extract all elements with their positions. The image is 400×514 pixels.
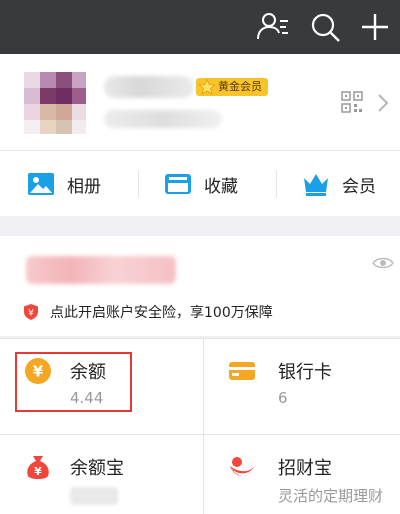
insurance-link[interactable]: ¥ 点此开启账户安全险，享100万保障 — [24, 302, 273, 322]
highlight-box — [15, 352, 132, 412]
zhaocaibao-subtitle: 灵活的定期理财 — [278, 487, 384, 505]
chevron-right-icon — [378, 94, 389, 112]
crown-icon — [304, 174, 328, 196]
yuebao-title: 余额宝 — [70, 458, 124, 479]
svg-text:¥: ¥ — [34, 465, 42, 478]
zhaocaibao-title: 招财宝 — [278, 458, 332, 479]
top-bar — [0, 0, 400, 54]
shortcut-vip[interactable]: 会员 — [302, 151, 376, 217]
shortcut-favorites-label: 收藏 — [204, 176, 238, 197]
yuebao-value-redacted — [70, 487, 118, 505]
balance-cell[interactable]: ¥ 余额 4.44 — [0, 339, 200, 435]
contacts-icon[interactable] — [256, 9, 292, 45]
profile-card[interactable]: 黄金会员 — [0, 54, 400, 150]
user-name-redacted — [104, 76, 194, 98]
shortcut-album[interactable]: 相册 — [27, 151, 101, 217]
wallet-grid: ¥ 余额 4.44 银行卡 6 ¥ 余额宝 招财宝 灵活的定期理财 — [0, 338, 400, 514]
svg-text:¥: ¥ — [28, 309, 34, 319]
assets-section: ¥ 点此开启账户安全险，享100万保障 — [0, 236, 400, 336]
eye-icon[interactable] — [372, 256, 394, 270]
money-bag-icon: ¥ — [27, 456, 49, 479]
search-icon[interactable] — [307, 9, 343, 45]
shortcut-album-label: 相册 — [67, 176, 101, 197]
avatar[interactable] — [24, 72, 86, 134]
insurance-text: 点此开启账户安全险，享100万保障 — [50, 305, 273, 321]
favorites-box-icon — [165, 174, 191, 194]
shield-icon: ¥ — [24, 304, 38, 320]
bank-card-icon — [229, 362, 255, 380]
zhaocaibao-cell[interactable]: 招财宝 灵活的定期理财 — [204, 435, 400, 514]
total-assets-redacted — [26, 256, 176, 284]
zhaocaibao-icon — [230, 457, 255, 476]
shortcut-bar: 相册 收藏 会员 — [0, 150, 400, 216]
divider — [138, 171, 139, 197]
shortcut-vip-label: 会员 — [342, 176, 376, 197]
member-badge[interactable]: 黄金会员 — [196, 78, 268, 96]
bank-card-count: 6 — [278, 389, 288, 407]
add-icon[interactable] — [357, 9, 393, 45]
bank-card-cell[interactable]: 银行卡 6 — [204, 339, 400, 435]
divider — [276, 171, 277, 197]
qr-code-icon[interactable] — [341, 91, 363, 113]
shortcut-favorites[interactable]: 收藏 — [164, 151, 238, 217]
member-badge-label: 黄金会员 — [218, 80, 262, 93]
yuebao-cell[interactable]: ¥ 余额宝 — [0, 435, 200, 514]
album-icon — [28, 173, 54, 195]
account-redacted — [104, 110, 222, 128]
bank-card-title: 银行卡 — [278, 362, 332, 383]
star-icon — [198, 78, 216, 95]
